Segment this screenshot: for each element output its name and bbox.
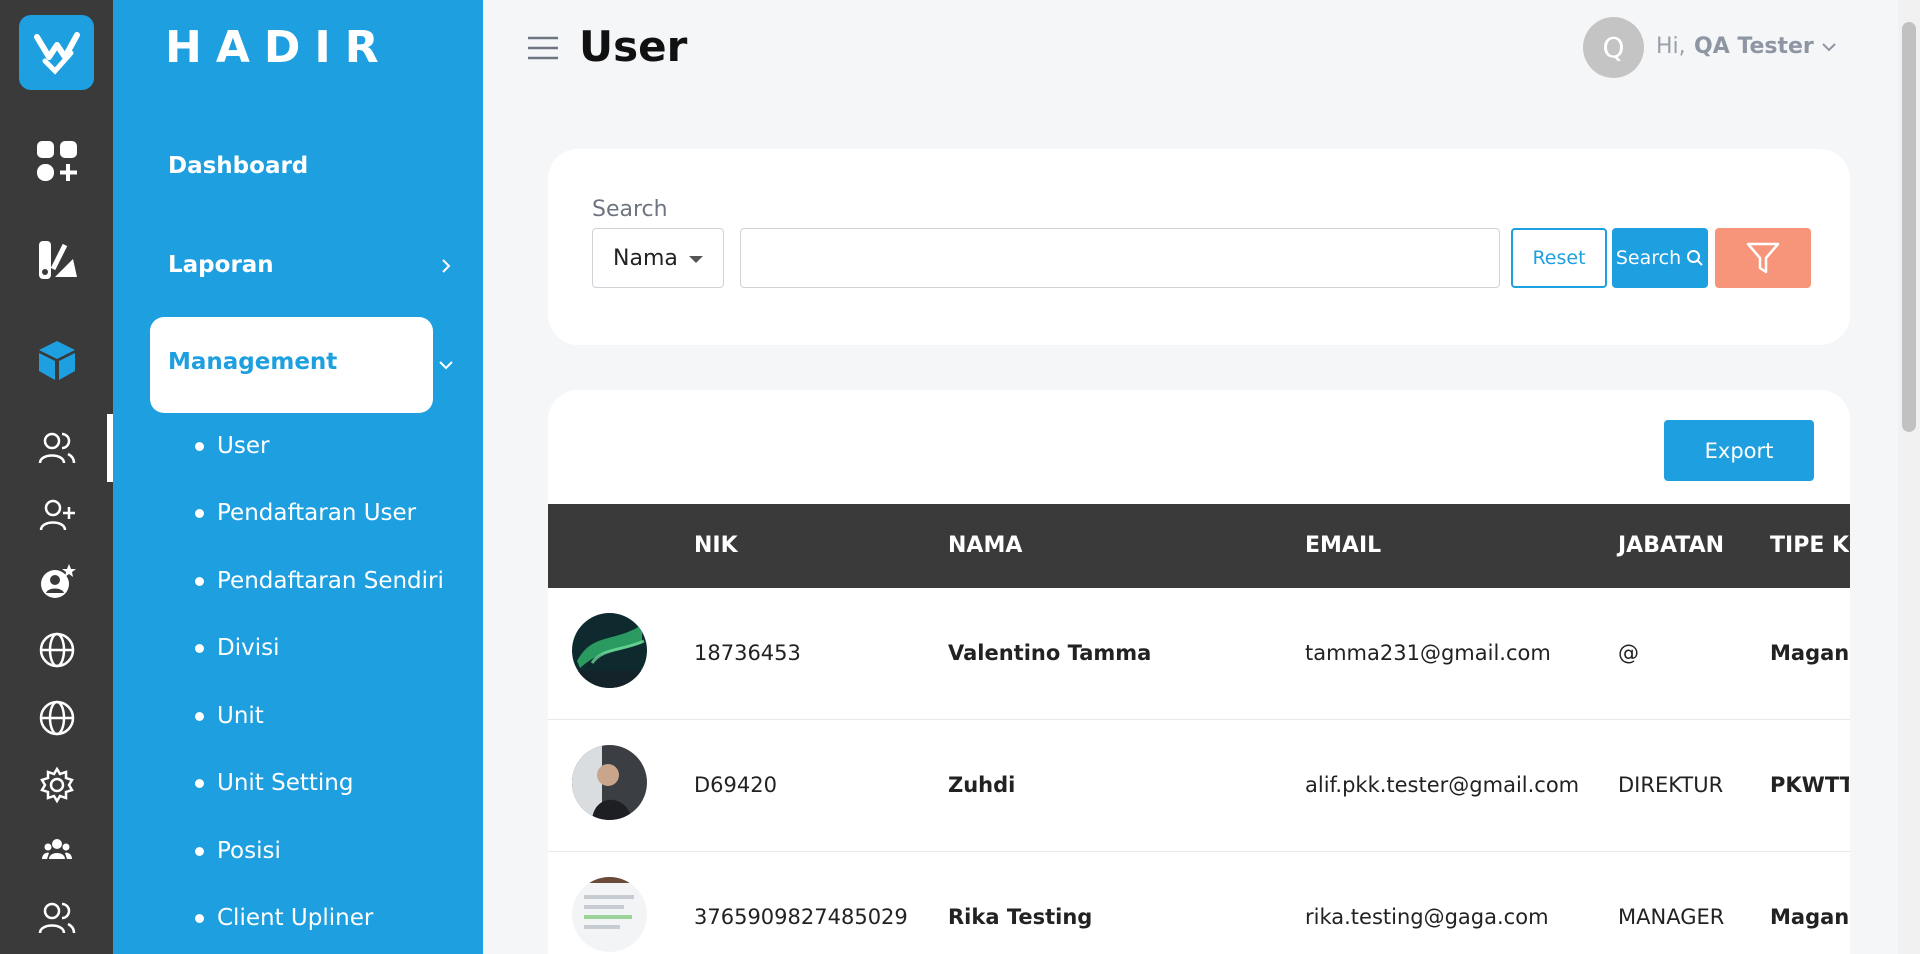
sidebar-item-management[interactable]: Management — [150, 317, 433, 413]
report-icon[interactable] — [0, 237, 113, 285]
sidebar-subitem-label: User — [217, 433, 270, 459]
search-field-value: Nama — [613, 245, 678, 271]
hamburger-menu-icon[interactable] — [528, 36, 558, 60]
search-button-label: Search — [1615, 247, 1682, 269]
chevron-down-icon — [1822, 42, 1836, 51]
sidebar-subitem-pendaftaran-sendiri[interactable]: Pendaftaran Sendiri — [195, 568, 444, 594]
cell-jabatan: DIREKTUR — [1618, 773, 1724, 797]
scrollbar-thumb[interactable] — [1902, 22, 1916, 432]
cell-jabatan: @ — [1618, 641, 1639, 665]
page-scrollbar[interactable] — [1898, 0, 1920, 954]
users-icon[interactable] — [0, 414, 113, 482]
user-table-card: Export NIK NAMA EMAIL JABATAN TIPE KA 18… — [548, 390, 1850, 954]
chevron-right-icon[interactable] — [438, 258, 454, 274]
column-header-jabatan[interactable]: JABATAN — [1618, 533, 1724, 558]
user-name: QA Tester — [1694, 34, 1814, 59]
sidebar-item-label: Management — [168, 349, 338, 375]
search-card: Search Nama Reset Search — [548, 149, 1850, 345]
bullet-icon — [195, 643, 204, 653]
cell-nik: D69420 — [694, 773, 777, 797]
avatar[interactable]: Q — [1583, 17, 1644, 78]
team-icon[interactable] — [0, 826, 113, 874]
search-field-select[interactable]: Nama — [592, 228, 724, 288]
cell-tipe: Magang — [1770, 641, 1849, 665]
bullet-icon — [195, 441, 204, 451]
bullet-icon — [195, 508, 204, 518]
export-button[interactable]: Export — [1664, 420, 1814, 481]
cell-tipe-clip: Magang — [1770, 588, 1849, 719]
page-title: User — [579, 22, 688, 71]
dashboard-apps-icon[interactable] — [0, 137, 113, 185]
cell-email: tamma231@gmail.com — [1305, 641, 1551, 665]
column-header-nama[interactable]: NAMA — [948, 533, 1022, 558]
column-header-tipe[interactable]: TIPE KA — [1770, 533, 1849, 558]
sidebar-subitem-label: Unit — [217, 703, 264, 729]
table-row[interactable]: 18736453 Valentino Tamma tamma231@gmail.… — [548, 588, 1850, 720]
bullet-icon — [195, 846, 204, 856]
cell-nama: Valentino Tamma — [948, 641, 1152, 665]
user-photo — [572, 613, 647, 688]
users-group-icon[interactable] — [0, 894, 113, 942]
search-icon — [1687, 250, 1703, 266]
cell-tipe-clip: PKWTT — [1770, 720, 1849, 851]
sidebar-subitem-label: Pendaftaran User — [217, 500, 417, 526]
cell-tipe: PKWTT — [1770, 773, 1849, 797]
sidebar-subitem-client-upliner[interactable]: Client Upliner — [195, 905, 373, 931]
greeting-text: Hi, — [1656, 34, 1686, 59]
cell-tipe-clip: Magang — [1770, 852, 1849, 954]
sidebar-item-laporan[interactable]: Laporan — [168, 252, 274, 278]
caret-down-icon — [689, 256, 703, 263]
search-input[interactable] — [740, 228, 1500, 288]
brand-logo: HADIR — [165, 22, 393, 73]
sidebar-subitem-label: Client Upliner — [217, 905, 374, 931]
globe-icon[interactable] — [0, 626, 113, 674]
sidebar-subitem-posisi[interactable]: Posisi — [195, 838, 281, 864]
user-star-icon[interactable] — [0, 558, 113, 606]
cell-email: rika.testing@gaga.com — [1305, 905, 1549, 929]
column-header-nik[interactable]: NIK — [694, 533, 738, 558]
cell-nama: Rika Testing — [948, 905, 1093, 929]
cell-nik: 18736453 — [694, 641, 801, 665]
sidebar-subitem-unit-setting[interactable]: Unit Setting — [195, 770, 353, 796]
management-cube-icon[interactable] — [0, 336, 113, 384]
user-menu[interactable]: QA Tester — [1694, 34, 1838, 59]
user-photo — [572, 877, 647, 952]
sidebar-subitem-unit[interactable]: Unit — [195, 703, 264, 729]
sidebar-subitem-label: Posisi — [217, 838, 281, 864]
cell-nama: Zuhdi — [948, 773, 1016, 797]
sidebar-subitem-pendaftaran-user[interactable]: Pendaftaran User — [195, 500, 416, 526]
chevron-down-icon[interactable] — [438, 357, 454, 373]
sidebar-item-dashboard[interactable]: Dashboard — [168, 153, 308, 179]
bullet-icon — [195, 913, 204, 923]
bullet-icon — [195, 778, 204, 788]
search-button[interactable]: Search — [1612, 228, 1708, 288]
sidebar-subitem-divisi[interactable]: Divisi — [195, 635, 279, 661]
cell-email: alif.pkk.tester@gmail.com — [1305, 773, 1580, 797]
table-header: NIK NAMA EMAIL JABATAN TIPE KA — [548, 504, 1850, 588]
sidebar-subitem-label: Divisi — [217, 635, 280, 661]
globe-icon-2[interactable] — [0, 694, 113, 742]
app-logo-icon[interactable] — [19, 15, 94, 90]
sidebar: HADIR Dashboard Laporan Management User … — [113, 0, 483, 954]
search-label: Search — [592, 197, 668, 222]
user-photo — [572, 745, 647, 820]
add-user-icon[interactable] — [0, 491, 113, 539]
column-header-tipe-clip: TIPE KA — [1770, 504, 1849, 588]
table-row[interactable]: 3765909827485029 Rika Testing rika.testi… — [548, 852, 1850, 954]
filter-icon — [1746, 242, 1780, 274]
settings-gear-icon[interactable] — [0, 761, 113, 809]
cell-jabatan: MANAGER — [1618, 905, 1725, 929]
cell-tipe: Magang — [1770, 905, 1849, 929]
bullet-icon — [195, 711, 204, 721]
cell-nik: 3765909827485029 — [694, 905, 908, 929]
reset-button[interactable]: Reset — [1511, 228, 1607, 288]
table-row[interactable]: D69420 Zuhdi alif.pkk.tester@gmail.com D… — [548, 720, 1850, 852]
icon-rail — [0, 0, 113, 954]
bullet-icon — [195, 576, 204, 586]
sidebar-subitem-user[interactable]: User — [195, 433, 269, 459]
sidebar-subitem-label: Pendaftaran Sendiri — [217, 568, 444, 594]
sidebar-subitem-label: Unit Setting — [217, 770, 354, 796]
filter-button[interactable] — [1715, 228, 1811, 288]
column-header-email[interactable]: EMAIL — [1305, 533, 1381, 558]
